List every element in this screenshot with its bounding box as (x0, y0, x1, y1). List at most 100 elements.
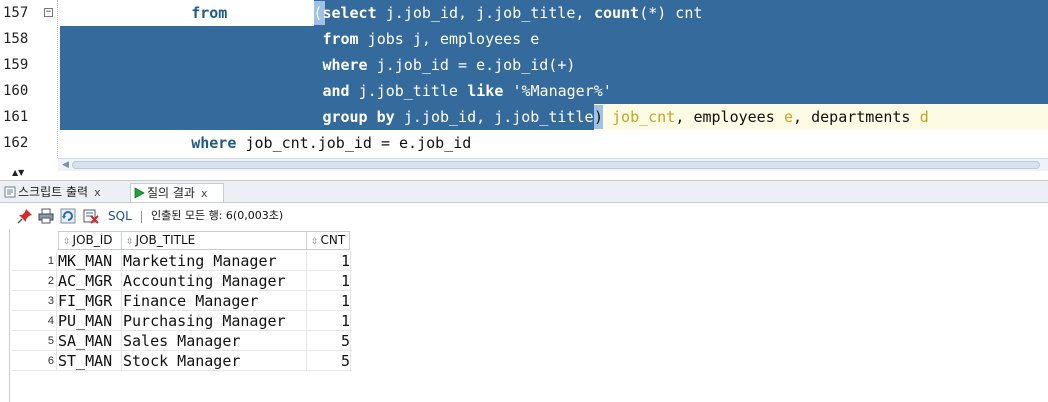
code-text: j.job_id = e.job_id(+) (367, 56, 576, 74)
table-row[interactable]: 1 MK_MAN Marketing Manager 1 (12, 251, 352, 271)
cell-job-id[interactable]: MK_MAN (58, 251, 112, 271)
code-text: ) (593, 108, 603, 126)
table-row[interactable]: 5 SA_MAN Sales Manager 5 (12, 331, 352, 351)
code-editor[interactable]: 157 − from (select j.job_id, j.job_title, c… (0, 0, 1048, 158)
sql-keyword: from (322, 30, 359, 48)
line-number: 158 (3, 31, 29, 47)
tab-query-result[interactable]: 질의 결과 x (130, 183, 224, 202)
grid-left-border (9, 229, 10, 402)
table-row[interactable]: 3 FI_MGR Finance Manager 1 (12, 291, 352, 311)
column-divider (350, 311, 351, 331)
cell-job-title[interactable]: Sales Manager (123, 331, 240, 351)
row-number[interactable]: 2 (12, 271, 54, 291)
column-divider (56, 331, 57, 351)
code-line[interactable]: 160 and j.job_title like '%Manager%' (0, 78, 1048, 104)
cell-cnt[interactable]: 5 (306, 331, 350, 351)
column-divider (306, 311, 307, 331)
close-tab-icon[interactable]: x (94, 186, 101, 199)
sql-button[interactable]: SQL (108, 208, 132, 224)
table-alias: d (919, 108, 929, 126)
code-line[interactable]: 162 where job_cnt.job_id = e.job_id (0, 130, 1048, 156)
cell-job-title[interactable]: Marketing Manager (123, 251, 277, 271)
column-divider (306, 291, 307, 311)
pin-icon[interactable] (17, 208, 33, 224)
sql-keyword: like (467, 82, 504, 100)
cell-job-title[interactable]: Accounting Manager (123, 271, 286, 291)
code-line[interactable]: 159 where j.job_id = e.job_id(+) (0, 52, 1048, 78)
row-number[interactable]: 3 (12, 291, 54, 311)
row-number[interactable]: 1 (12, 251, 54, 271)
row-number[interactable]: 6 (12, 351, 54, 371)
cell-cnt[interactable]: 5 (306, 351, 350, 371)
table-row[interactable]: 2 AC_MGR Accounting Manager 1 (12, 271, 352, 291)
cell-job-id[interactable]: ST_MAN (58, 351, 112, 371)
cell-job-title[interactable]: Finance Manager (123, 291, 258, 311)
result-tabs: 스크립트 출력 x 질의 결과 x (0, 181, 1048, 203)
column-header-cnt[interactable]: ⇳ CNT (306, 231, 350, 250)
column-divider (56, 291, 57, 311)
cell-job-title[interactable]: Stock Manager (123, 351, 240, 371)
line-number: 162 (3, 135, 29, 151)
column-divider (56, 311, 57, 331)
code-text: j.job_title (349, 82, 467, 100)
code-text: , departments (793, 108, 920, 126)
close-tab-icon[interactable]: x (201, 187, 208, 200)
cell-job-id[interactable]: SA_MAN (58, 331, 112, 351)
code-text: , employees (675, 108, 784, 126)
fold-toggle-icon[interactable]: − (44, 8, 53, 17)
cell-cnt[interactable]: 1 (306, 251, 350, 271)
line-number: 161 (3, 109, 29, 125)
code-line[interactable]: 161 group by j.job_id, j.job_title) job_c… (0, 104, 1048, 130)
sql-keyword: and (322, 82, 350, 100)
sql-keyword: select (322, 4, 377, 22)
sql-keyword: where (191, 134, 237, 152)
editor-horizontal-scrollbar[interactable]: ◀ (58, 158, 1048, 171)
sort-icon: ⇳ (126, 237, 134, 247)
tab-query-result-label: 질의 결과 (147, 186, 195, 200)
panel-splitter[interactable]: ▲▼ (0, 169, 1048, 181)
line-number: 160 (3, 83, 29, 99)
column-header-job-title[interactable]: ⇳ JOB_TITLE (121, 231, 307, 250)
cell-job-id[interactable]: AC_MGR (58, 271, 112, 291)
splitter-arrows-icon[interactable]: ▲▼ (12, 169, 24, 177)
run-icon (134, 187, 145, 199)
refresh-icon[interactable] (60, 208, 76, 224)
code-line[interactable]: 158 from jobs j, employees e (0, 26, 1048, 52)
code-text: (*) cnt (639, 4, 703, 22)
column-header-job-id[interactable]: ⇳ JOB_ID (58, 231, 123, 250)
scrollbar-thumb[interactable] (72, 161, 1040, 169)
cell-cnt[interactable]: 1 (306, 291, 350, 311)
column-divider (121, 251, 122, 271)
result-toolbar: SQL 인출된 모든 행: 6(0,003초) (0, 203, 1048, 229)
scroll-left-icon[interactable]: ◀ (62, 160, 69, 171)
table-alias: e (784, 108, 794, 126)
code-text: '%Manager%' (503, 82, 612, 100)
column-divider (121, 351, 122, 371)
export-icon[interactable] (83, 208, 99, 224)
column-divider (350, 331, 351, 351)
cell-job-id[interactable]: PU_MAN (58, 311, 112, 331)
column-header-label: JOB_TITLE (135, 233, 196, 247)
row-number[interactable]: 5 (12, 331, 54, 351)
table-row[interactable]: 4 PU_MAN Purchasing Manager 1 (12, 311, 352, 331)
column-header-label: CNT (320, 233, 346, 247)
sort-icon: ⇳ (63, 237, 71, 247)
column-divider (306, 331, 307, 351)
column-divider (56, 271, 57, 291)
cell-cnt[interactable]: 1 (306, 311, 350, 331)
cell-job-id[interactable]: FI_MGR (58, 291, 112, 311)
cell-job-title[interactable]: Purchasing Manager (123, 311, 286, 331)
sql-keyword: where (322, 56, 368, 74)
column-divider (350, 351, 351, 371)
print-icon[interactable] (38, 208, 54, 224)
sql-keyword: count (593, 4, 640, 22)
code-text: j.job_id, j.job_title, (376, 4, 594, 22)
line-number: 159 (3, 57, 29, 73)
table-row[interactable]: 6 ST_MAN Stock Manager 5 (12, 351, 352, 371)
tab-script-output[interactable]: 스크립트 출력 x (2, 183, 122, 202)
code-line[interactable]: 157 − from (select j.job_id, j.job_title, c… (0, 0, 1048, 26)
toolbar-divider (141, 211, 142, 223)
row-number[interactable]: 4 (12, 311, 54, 331)
cell-cnt[interactable]: 1 (306, 271, 350, 291)
tab-script-output-label: 스크립트 출력 (18, 185, 89, 199)
